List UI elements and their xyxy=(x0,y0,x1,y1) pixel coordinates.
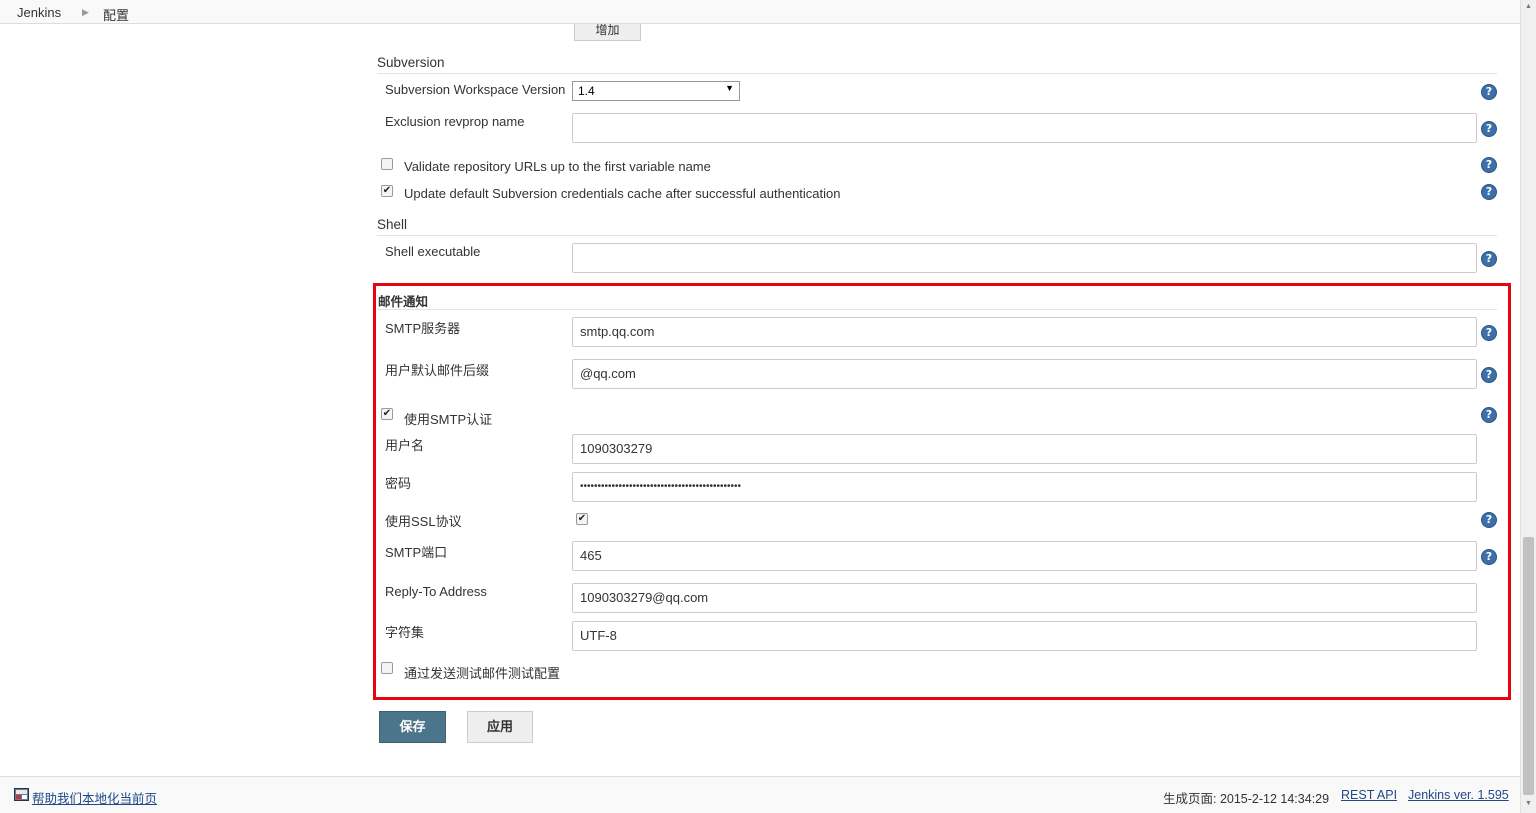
section-title-mail: 邮件通知 xyxy=(378,295,429,309)
help-icon[interactable]: ? xyxy=(1481,251,1497,267)
scrollbar-thumb[interactable] xyxy=(1523,537,1534,795)
test-mail-label: 通过发送测试邮件测试配置 xyxy=(404,666,561,681)
update-credentials-label: Update default Subversion credentials ca… xyxy=(404,186,841,201)
exclusion-revprop-label: Exclusion revprop name xyxy=(385,114,525,129)
apply-button[interactable]: 应用 xyxy=(467,711,533,743)
exclusion-revprop-input[interactable] xyxy=(572,113,1477,143)
reply-to-input[interactable]: 1090303279@qq.com xyxy=(572,583,1477,613)
help-icon[interactable]: ? xyxy=(1481,367,1497,383)
shell-executable-input[interactable] xyxy=(572,243,1477,273)
vertical-scrollbar[interactable]: ▲ ▼ xyxy=(1520,0,1536,813)
password-label: 密码 xyxy=(385,476,412,491)
breadcrumb-config[interactable]: 配置 xyxy=(103,5,129,24)
smtp-server-input[interactable]: smtp.qq.com xyxy=(572,317,1477,347)
smtp-auth-label: 使用SMTP认证 xyxy=(404,412,493,427)
smtp-port-input[interactable]: 465 xyxy=(572,541,1477,571)
localize-icon xyxy=(14,788,29,801)
smtp-server-label: SMTP服务器 xyxy=(385,321,461,336)
localize-link[interactable]: 帮助我们本地化当前页 xyxy=(32,788,157,807)
dropdown-arrow-icon: ▼ xyxy=(725,83,734,93)
username-label: 用户名 xyxy=(385,438,425,453)
help-icon[interactable]: ? xyxy=(1481,407,1497,423)
update-credentials-checkbox[interactable]: ✔ xyxy=(381,185,393,197)
shell-executable-label: Shell executable xyxy=(385,244,481,259)
password-input[interactable]: ••••••••••••••••••••••••••••••••••••••••… xyxy=(572,472,1477,502)
validate-urls-checkbox[interactable] xyxy=(381,158,393,170)
help-icon[interactable]: ? xyxy=(1481,184,1497,200)
section-divider xyxy=(377,309,1497,310)
scroll-up-icon[interactable]: ▲ xyxy=(1525,3,1532,10)
help-icon[interactable]: ? xyxy=(1481,121,1497,137)
breadcrumb: Jenkins ▶ 配置 xyxy=(0,0,1520,24)
ssl-label: 使用SSL协议 xyxy=(385,514,462,529)
workspace-version-select[interactable]: 1.4 ▼ xyxy=(572,81,740,101)
default-suffix-label: 用户默认邮件后缀 xyxy=(385,363,490,378)
default-suffix-input[interactable]: @qq.com xyxy=(572,359,1477,389)
charset-input[interactable]: UTF-8 xyxy=(572,621,1477,651)
section-title-subversion: Subversion xyxy=(377,55,445,70)
section-divider xyxy=(377,235,1497,236)
save-button[interactable]: 保存 xyxy=(379,711,446,743)
help-icon[interactable]: ? xyxy=(1481,325,1497,341)
reply-to-label: Reply-To Address xyxy=(385,584,487,599)
username-input[interactable]: 1090303279 xyxy=(572,434,1477,464)
chevron-right-icon: ▶ xyxy=(82,7,89,17)
section-divider xyxy=(377,73,1497,74)
help-icon[interactable]: ? xyxy=(1481,549,1497,565)
section-title-shell: Shell xyxy=(377,217,408,232)
help-icon[interactable]: ? xyxy=(1481,84,1497,100)
scroll-down-icon[interactable]: ▼ xyxy=(1525,800,1532,807)
charset-label: 字符集 xyxy=(385,625,425,640)
add-button[interactable]: 增加 xyxy=(574,24,641,41)
breadcrumb-jenkins[interactable]: Jenkins xyxy=(17,5,61,20)
generated-time: 生成页面: 2015-2-12 14:34:29 xyxy=(1163,792,1330,806)
workspace-version-label: Subversion Workspace Version xyxy=(385,82,566,97)
test-mail-checkbox[interactable] xyxy=(381,662,393,674)
ssl-checkbox[interactable]: ✔ xyxy=(576,513,588,525)
smtp-port-label: SMTP端口 xyxy=(385,545,448,560)
footer: 帮助我们本地化当前页 生成页面: 2015-2-12 14:34:29 REST… xyxy=(0,776,1520,813)
help-icon[interactable]: ? xyxy=(1481,512,1497,528)
validate-urls-label: Validate repository URLs up to the first… xyxy=(404,159,711,174)
help-icon[interactable]: ? xyxy=(1481,157,1497,173)
rest-api-link[interactable]: REST API xyxy=(1341,788,1397,802)
smtp-auth-checkbox[interactable]: ✔ xyxy=(381,408,393,420)
jenkins-version-link[interactable]: Jenkins ver. 1.595 xyxy=(1408,788,1509,802)
